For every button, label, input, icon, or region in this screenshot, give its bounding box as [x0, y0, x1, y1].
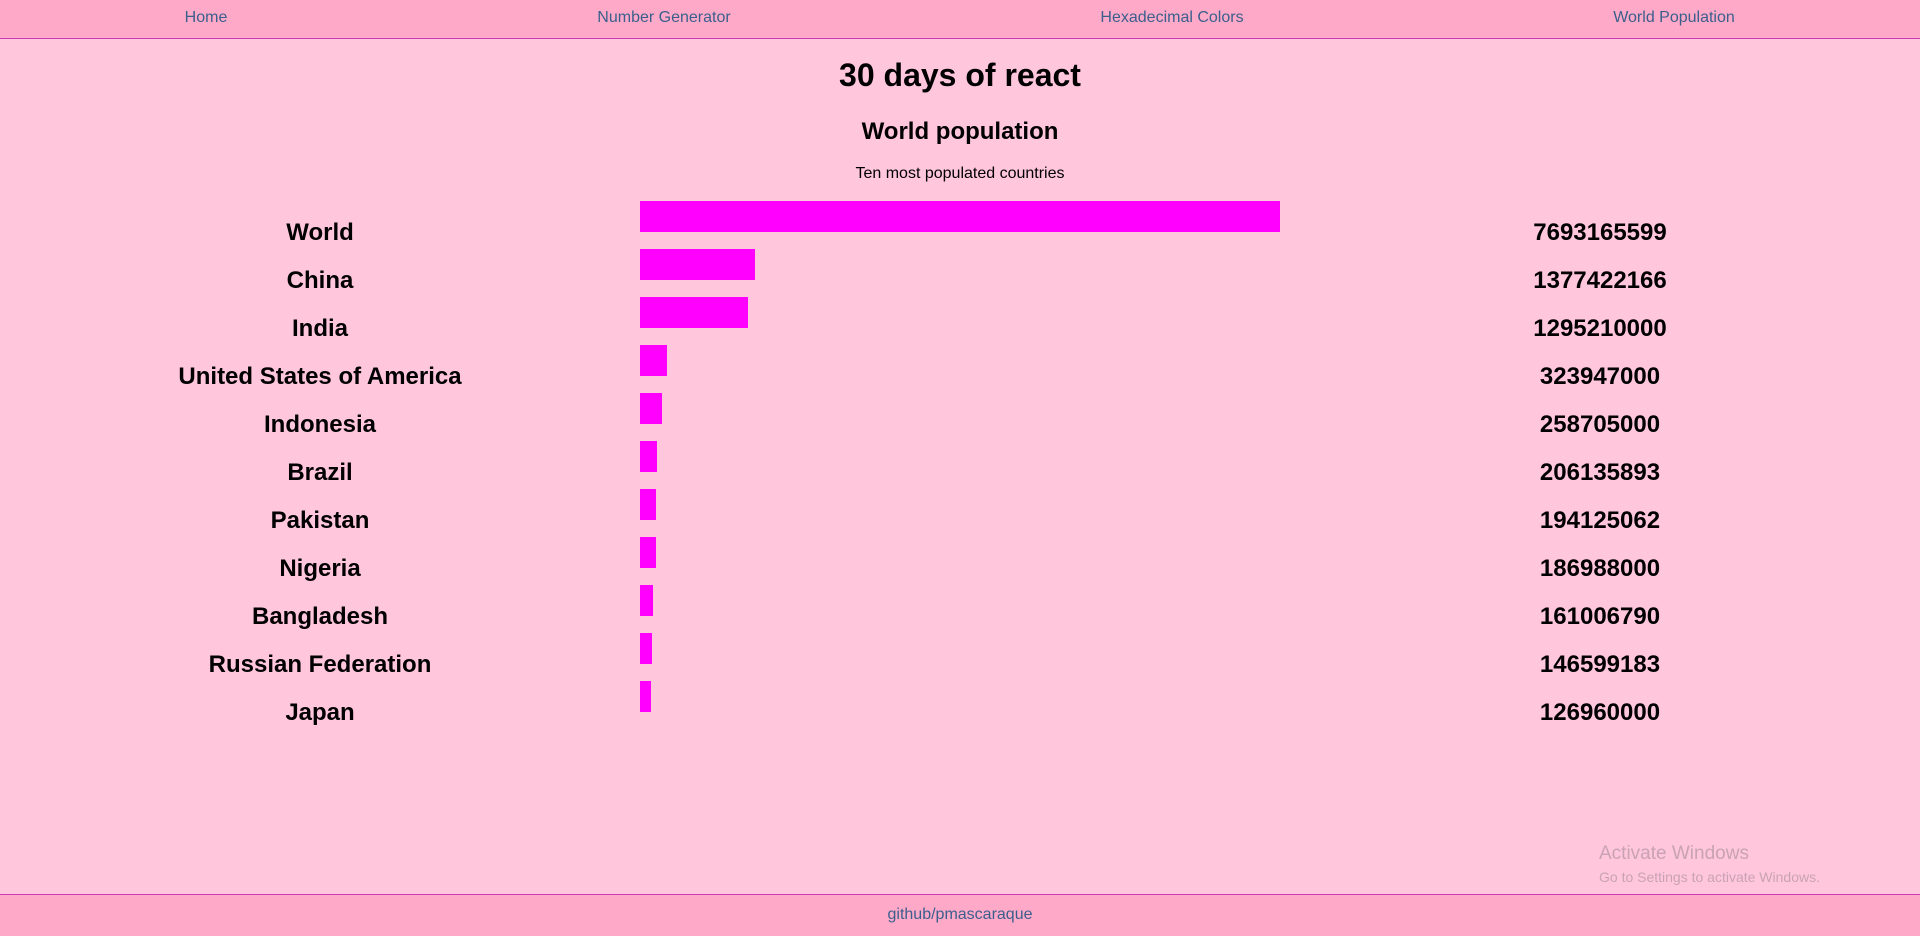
population-bar	[640, 345, 667, 376]
activate-windows-watermark: Activate Windows Go to Settings to activ…	[1599, 843, 1820, 885]
country-name: China	[286, 267, 354, 294]
population-value: 126960000	[1539, 699, 1661, 726]
country-name: Indonesia	[263, 411, 377, 438]
footer: github/pmascaraque	[0, 894, 1920, 936]
watermark-title: Activate Windows	[1599, 843, 1749, 864]
population-bar	[640, 297, 748, 328]
population-value: 194125062	[1539, 507, 1661, 534]
country-name: Brazil	[287, 459, 353, 486]
population-bar	[640, 393, 662, 424]
population-chart: World 7693165599 China 1377422166 India 12952…	[0, 0, 1920, 936]
population-value: 146599183	[1539, 651, 1661, 678]
country-name: United States of America	[178, 363, 462, 390]
population-bar	[640, 681, 651, 712]
country-name: Russian Federation	[208, 651, 432, 678]
population-bar	[640, 249, 755, 280]
population-bar	[640, 633, 652, 664]
country-name: Japan	[285, 699, 355, 726]
watermark-subtitle: Go to Settings to activate Windows.	[1599, 869, 1820, 885]
population-bar	[640, 201, 1280, 232]
population-value: 186988000	[1539, 555, 1661, 582]
country-name: Bangladesh	[251, 603, 389, 630]
population-value: 323947000	[1539, 363, 1661, 390]
population-value: 1377422166	[1533, 267, 1667, 294]
population-value: 258705000	[1539, 411, 1661, 438]
population-bar	[640, 537, 656, 568]
country-name: Pakistan	[270, 507, 370, 534]
population-value: 206135893	[1539, 459, 1661, 486]
population-value: 161006790	[1539, 603, 1661, 630]
population-bar	[640, 489, 656, 520]
population-value: 7693165599	[1533, 219, 1667, 246]
population-value: 1295210000	[1533, 315, 1667, 342]
country-name: India	[291, 315, 348, 342]
country-name: World	[286, 219, 354, 246]
country-name: Nigeria	[279, 555, 361, 582]
footer-github-link[interactable]: github/pmascaraque	[0, 906, 1920, 924]
population-bar	[640, 585, 653, 616]
population-bar	[640, 441, 657, 472]
